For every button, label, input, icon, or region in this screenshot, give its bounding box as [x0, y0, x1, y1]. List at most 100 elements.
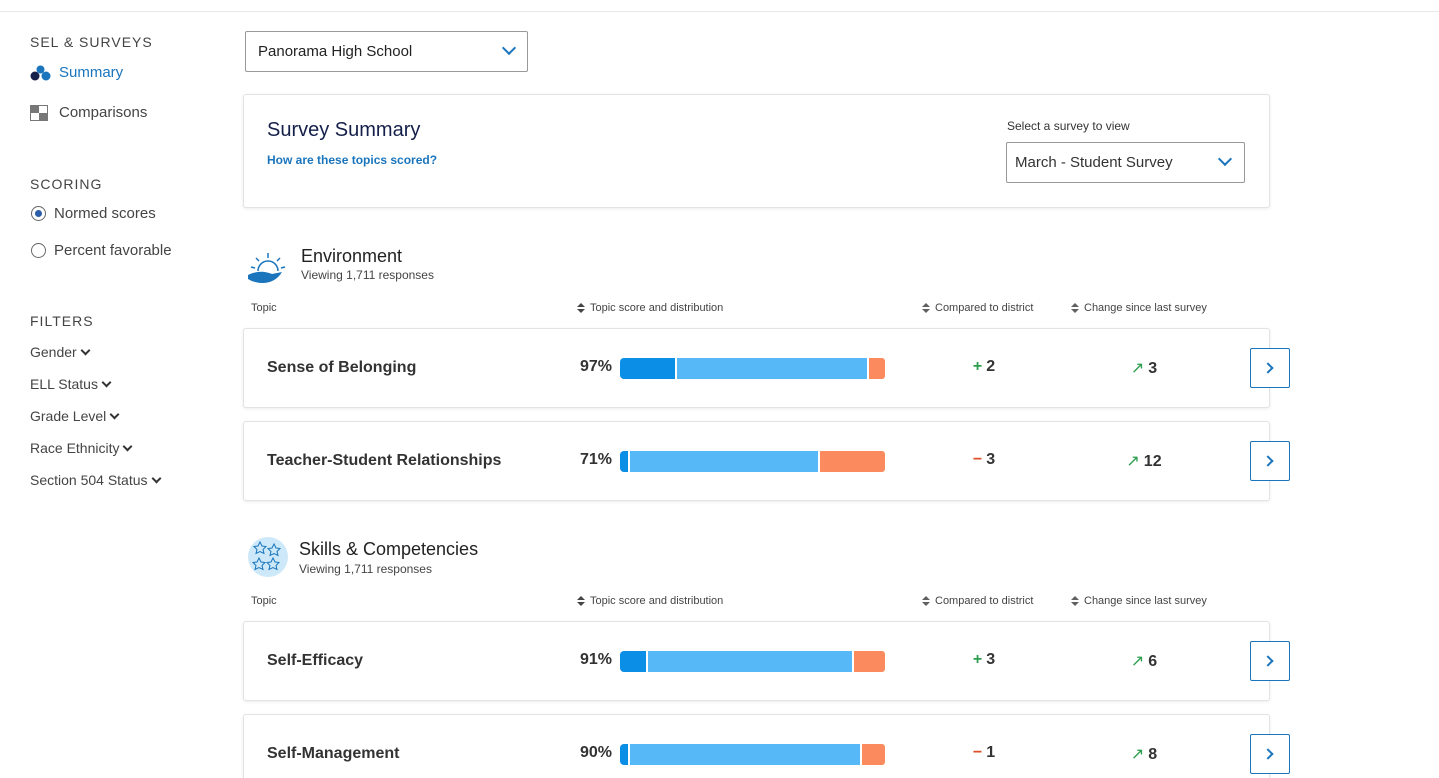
row-detail-button[interactable]	[1250, 641, 1290, 681]
col-change-label: Change since last survey	[1084, 595, 1207, 607]
survey-summary-title: Survey Summary	[267, 119, 421, 141]
radio-normed-label: Normed scores	[54, 205, 156, 222]
radio-selected-indicator	[31, 206, 46, 221]
nav-comparisons[interactable]: Comparisons	[30, 104, 147, 121]
compared-to-district: +3	[944, 651, 1024, 669]
trend-up-icon: ↗	[1130, 653, 1145, 670]
topic-name: Sense of Belonging	[267, 359, 417, 376]
chevron-down-icon	[101, 377, 112, 387]
row-detail-button[interactable]	[1250, 734, 1290, 774]
col-head-topic: Topic	[251, 302, 277, 314]
positive-sign: +	[972, 651, 983, 668]
change-value: 3	[1148, 360, 1158, 377]
col-head-compare[interactable]: Compared to district	[922, 302, 1033, 314]
radio-percent-label: Percent favorable	[54, 242, 172, 259]
bar-segment-favorable-strong	[620, 451, 628, 472]
bar-segment-unfavorable	[861, 744, 885, 765]
trend-up-icon: ↗	[1130, 360, 1145, 377]
topic-row[interactable]: Self-Efficacy 91% +3 ↗ 6	[243, 621, 1270, 701]
change-value: 6	[1148, 653, 1158, 670]
col-head-score[interactable]: Topic score and distribution	[577, 302, 723, 314]
chevron-right-icon	[1262, 655, 1274, 667]
col-topic-label: Topic	[251, 302, 277, 314]
col-score-label: Topic score and distribution	[590, 302, 724, 314]
survey-select-value: March - Student Survey	[1015, 154, 1173, 171]
col-head-change[interactable]: Change since last survey	[1071, 302, 1207, 314]
sort-icon	[1071, 302, 1080, 313]
school-select[interactable]: Panorama High School	[245, 31, 528, 72]
change-since-last: ↗ 8	[1104, 744, 1184, 764]
positive-sign: +	[972, 358, 983, 375]
bar-segment-unfavorable	[869, 358, 885, 379]
chevron-right-icon	[1262, 362, 1274, 374]
section-title-skills: Skills & Competencies	[299, 539, 479, 559]
col-score-label: Topic score and distribution	[590, 595, 724, 607]
chevron-down-icon	[501, 40, 517, 56]
filters-heading: FILTERS	[30, 313, 94, 329]
filter-section-504[interactable]: Section 504 Status	[30, 472, 161, 488]
bar-segment-unfavorable	[819, 451, 885, 472]
nav-summary[interactable]: Summary	[30, 64, 123, 81]
scoring-heading: SCORING	[30, 176, 103, 192]
bar-segment-favorable-strong	[620, 651, 647, 672]
compare-value: 2	[986, 358, 996, 375]
nav-summary-label: Summary	[59, 64, 124, 81]
stars-icon	[247, 536, 289, 583]
bar-segment-unfavorable	[853, 651, 885, 672]
chevron-down-icon	[109, 409, 120, 419]
score-distribution-bar	[620, 651, 885, 672]
col-head-compare[interactable]: Compared to district	[922, 595, 1033, 607]
col-compare-label: Compared to district	[935, 302, 1034, 314]
survey-select[interactable]: March - Student Survey	[1006, 142, 1245, 183]
filter-gender[interactable]: Gender	[30, 344, 91, 360]
compared-to-district: +2	[944, 358, 1024, 376]
trend-up-icon: ↗	[1130, 746, 1145, 763]
bar-segment-favorable	[676, 358, 868, 379]
sunrise-hand-icon	[246, 247, 290, 292]
col-head-change[interactable]: Change since last survey	[1071, 595, 1207, 607]
scoring-help-link[interactable]: How are these topics scored?	[267, 153, 437, 167]
top-divider	[0, 11, 1439, 12]
col-change-label: Change since last survey	[1084, 302, 1207, 314]
filter-grade-level[interactable]: Grade Level	[30, 408, 120, 424]
topic-row[interactable]: Self-Management 90% −1 ↗ 8	[243, 714, 1270, 778]
score-distribution-bar	[620, 744, 885, 765]
chevron-down-icon	[123, 441, 133, 451]
topic-row[interactable]: Sense of Belonging 97% +2 ↗ 3	[243, 328, 1270, 408]
trend-up-icon: ↗	[1126, 453, 1140, 470]
topic-name: Self-Management	[267, 745, 400, 762]
section-title-environment: Environment	[301, 246, 403, 266]
change-value: 12	[1143, 453, 1162, 470]
sort-icon	[577, 595, 586, 606]
topic-score: 97%	[579, 358, 612, 375]
filter-race-ethnicity[interactable]: Race Ethnicity	[30, 440, 133, 456]
filter-504-label: Section 504 Status	[30, 472, 148, 488]
filter-ell-status[interactable]: ELL Status	[30, 376, 112, 392]
score-distribution-bar	[620, 451, 885, 472]
chevron-down-icon	[80, 345, 91, 355]
bar-segment-favorable-strong	[620, 358, 675, 379]
compare-value: 1	[986, 744, 996, 761]
bar-segment-favorable-strong	[620, 744, 628, 765]
compared-to-district: −1	[944, 744, 1024, 762]
change-value: 8	[1148, 746, 1158, 763]
bubbles-icon	[30, 65, 52, 81]
chevron-right-icon	[1262, 748, 1274, 760]
filter-grade-label: Grade Level	[30, 408, 107, 424]
radio-percent-favorable[interactable]: Percent favorable	[31, 242, 172, 259]
row-detail-button[interactable]	[1250, 348, 1290, 388]
school-select-value: Panorama High School	[258, 43, 413, 60]
survey-select-label: Select a survey to view	[1007, 119, 1130, 133]
topic-row[interactable]: Teacher-Student Relationships 71% −3 ↗ 12	[243, 421, 1270, 501]
row-detail-button[interactable]	[1250, 441, 1290, 481]
radio-normed-scores[interactable]: Normed scores	[31, 205, 156, 222]
sort-icon	[922, 302, 931, 313]
filter-ell-label: ELL Status	[30, 376, 98, 392]
bar-segment-favorable	[648, 651, 852, 672]
col-head-topic: Topic	[251, 595, 277, 607]
chevron-right-icon	[1262, 455, 1274, 467]
change-since-last: ↗ 12	[1104, 451, 1184, 471]
topic-name: Self-Efficacy	[267, 652, 364, 669]
negative-sign: −	[972, 744, 983, 761]
col-head-score[interactable]: Topic score and distribution	[577, 595, 723, 607]
